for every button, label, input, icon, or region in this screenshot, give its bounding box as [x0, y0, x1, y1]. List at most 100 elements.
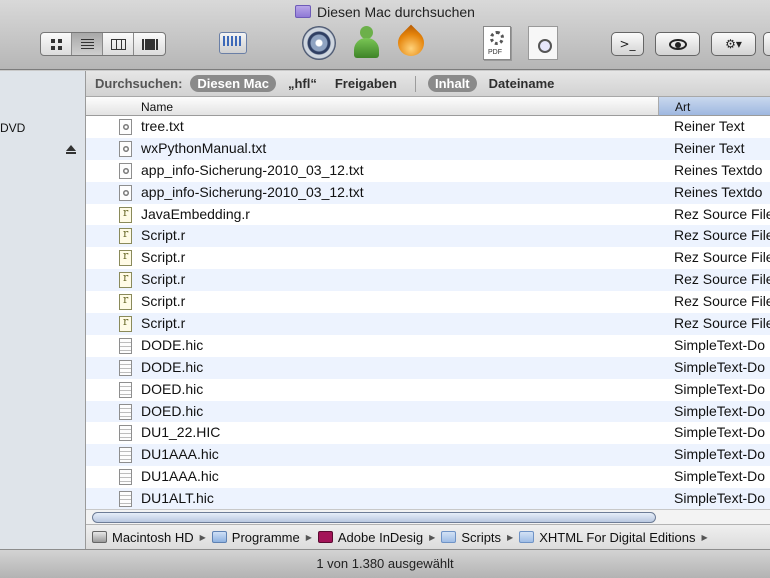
file-row[interactable]: DU1AAA.hic SimpleText-Do	[86, 444, 770, 467]
file-row[interactable]: DOED.hic SimpleText-Do	[86, 400, 770, 423]
path-segment[interactable]: XHTML For Digital Editions	[519, 529, 696, 545]
file-kind: Reines Textdo	[674, 183, 763, 200]
search-contents-toggle[interactable]: Inhalt	[427, 75, 477, 92]
file-kind: SimpleText-Do	[674, 358, 766, 375]
text-file-icon	[119, 119, 132, 135]
columns-icon	[110, 38, 126, 50]
file-name: DU1AAA.hic	[141, 446, 219, 463]
window-title-text: Diesen Mac durchsuchen	[317, 4, 475, 20]
simpletext-file-icon	[119, 491, 132, 508]
horizontal-scrollbar[interactable]	[86, 509, 770, 524]
file-name: JavaEmbedding.r	[141, 205, 250, 222]
file-kind: Rez Source File	[674, 315, 770, 332]
file-row[interactable]: DU1AAA.hic SimpleText-Do	[86, 466, 770, 488]
user-account-icon[interactable]	[352, 26, 380, 60]
file-name: DODE.hic	[141, 358, 204, 375]
file-row[interactable]: Script.r Rez Source File	[86, 225, 770, 248]
rez-file-icon	[119, 314, 132, 333]
column-header-kind[interactable]: Art	[658, 97, 770, 115]
pdf-document-icon[interactable]: PDF	[483, 26, 511, 60]
file-name: app_info-Sicherung-2010_03_12.txt	[141, 161, 364, 178]
file-row[interactable]: DOED.hic SimpleText-Do	[86, 379, 770, 401]
file-row[interactable]: DODE.hic SimpleText-Do	[86, 335, 770, 357]
file-row[interactable]: app_info-Sicherung-2010_03_12.txt Reines …	[86, 160, 770, 182]
indesign-folder-icon	[317, 531, 333, 543]
rez-file-icon	[119, 270, 132, 289]
simpletext-file-icon	[119, 403, 132, 420]
path-segment-label: XHTML For Digital Editions	[539, 529, 696, 545]
terminal-button[interactable]: >_	[611, 32, 644, 56]
cover-flow-icon	[141, 38, 158, 50]
eject-icon[interactable]	[66, 145, 76, 154]
file-name: Script.r	[141, 315, 186, 332]
file-kind: Rez Source File	[674, 227, 770, 244]
action-menu-button[interactable]: ⚙▾	[711, 32, 756, 56]
file-name: Script.r	[141, 271, 186, 288]
path-segment[interactable]: Scripts	[441, 530, 501, 545]
file-row[interactable]: DU1_22.HIC SimpleText-Do	[86, 422, 770, 444]
file-row[interactable]: DODE.hic SimpleText-Do	[86, 356, 770, 379]
file-row[interactable]: DU1ALT.hic SimpleText-Do	[86, 488, 770, 509]
file-name: DU1ALT.hic	[141, 490, 214, 507]
file-kind: Rez Source File	[674, 271, 770, 288]
file-name: wxPythonManual.txt	[141, 139, 267, 156]
path-arrow-icon: ▶	[199, 532, 206, 542]
window-toolbar: Diesen Mac durchsuchen PDF >_ ⚙▾	[0, 0, 770, 70]
file-kind: SimpleText-Do	[674, 490, 766, 507]
toolbar-overflow-button[interactable]	[763, 32, 770, 56]
network-drive-icon[interactable]	[215, 26, 251, 62]
file-row[interactable]: app_info-Sicherung-2010_03_12.txt Reines …	[86, 181, 770, 204]
path-segment[interactable]: Macintosh HD	[92, 530, 194, 545]
file-kind: Rez Source File	[674, 293, 770, 310]
path-segment-label: Scripts	[461, 529, 502, 545]
cover-flow-button[interactable]	[134, 33, 165, 55]
path-segment[interactable]: Adobe InDesig	[317, 529, 424, 545]
scope-user-folder[interactable]: „hfl“	[288, 76, 317, 91]
hard-drive-icon	[92, 531, 107, 543]
list-icon	[80, 38, 94, 50]
path-segment-label: Programme	[231, 529, 300, 545]
sidebar-item-dvd[interactable]: DVD	[0, 121, 25, 135]
icon-view-button[interactable]	[41, 33, 72, 55]
file-name: DU1_22.HIC	[141, 424, 221, 441]
scrollbar-thumb[interactable]	[92, 512, 656, 523]
preview-app-icon[interactable]	[528, 26, 558, 60]
file-name: DODE.hic	[141, 336, 204, 353]
path-segment-label: Adobe InDesig	[337, 529, 424, 545]
file-row[interactable]: Script.r Rez Source File	[86, 269, 770, 292]
file-row[interactable]: wxPythonManual.txt Reiner Text	[86, 137, 770, 160]
list-view-button[interactable]	[72, 33, 103, 55]
file-row[interactable]: JavaEmbedding.r Rez Source File	[86, 204, 770, 226]
folder-icon	[441, 531, 457, 543]
simpletext-file-icon	[119, 381, 132, 398]
file-kind: Reiner Text	[674, 118, 745, 134]
disk-utility-icon[interactable]	[302, 26, 336, 60]
search-scope-label: Durchsuchen:	[95, 76, 183, 91]
file-kind: SimpleText-Do	[674, 424, 766, 441]
terminal-icon: >_	[619, 37, 636, 51]
path-bar: Macintosh HD ▶ Programme ▶ Adobe InDesig ▶ Scr…	[86, 524, 770, 549]
scope-this-mac[interactable]: Diesen Mac	[190, 75, 276, 92]
simpletext-file-icon	[119, 469, 132, 486]
column-view-button[interactable]	[103, 33, 134, 55]
rez-file-icon	[119, 205, 132, 223]
text-file-icon	[119, 184, 132, 201]
search-filename-toggle[interactable]: Dateiname	[489, 76, 555, 91]
file-row[interactable]: Script.r Rez Source File	[86, 247, 770, 269]
sidebar: DVD	[0, 71, 86, 551]
drop-app-icon[interactable]	[392, 24, 430, 62]
file-row[interactable]: tree.txt Reiner Text	[86, 116, 770, 138]
scope-shared[interactable]: Freigaben	[335, 76, 397, 91]
grid-icon	[50, 38, 62, 50]
file-row[interactable]: Script.r Rez Source File	[86, 291, 770, 313]
quick-look-button[interactable]	[655, 32, 700, 56]
file-kind: SimpleText-Do	[674, 446, 766, 463]
path-arrow-icon: ▶	[507, 532, 514, 542]
file-row[interactable]: Script.r Rez Source File	[86, 313, 770, 335]
file-name: DU1AAA.hic	[141, 468, 219, 485]
column-header-name[interactable]: Name	[141, 100, 173, 114]
simpletext-file-icon	[119, 359, 132, 376]
path-segment[interactable]: Programme	[211, 529, 300, 545]
text-file-icon	[119, 162, 132, 179]
status-bar: 1 von 1.380 ausgewählt	[0, 549, 770, 578]
